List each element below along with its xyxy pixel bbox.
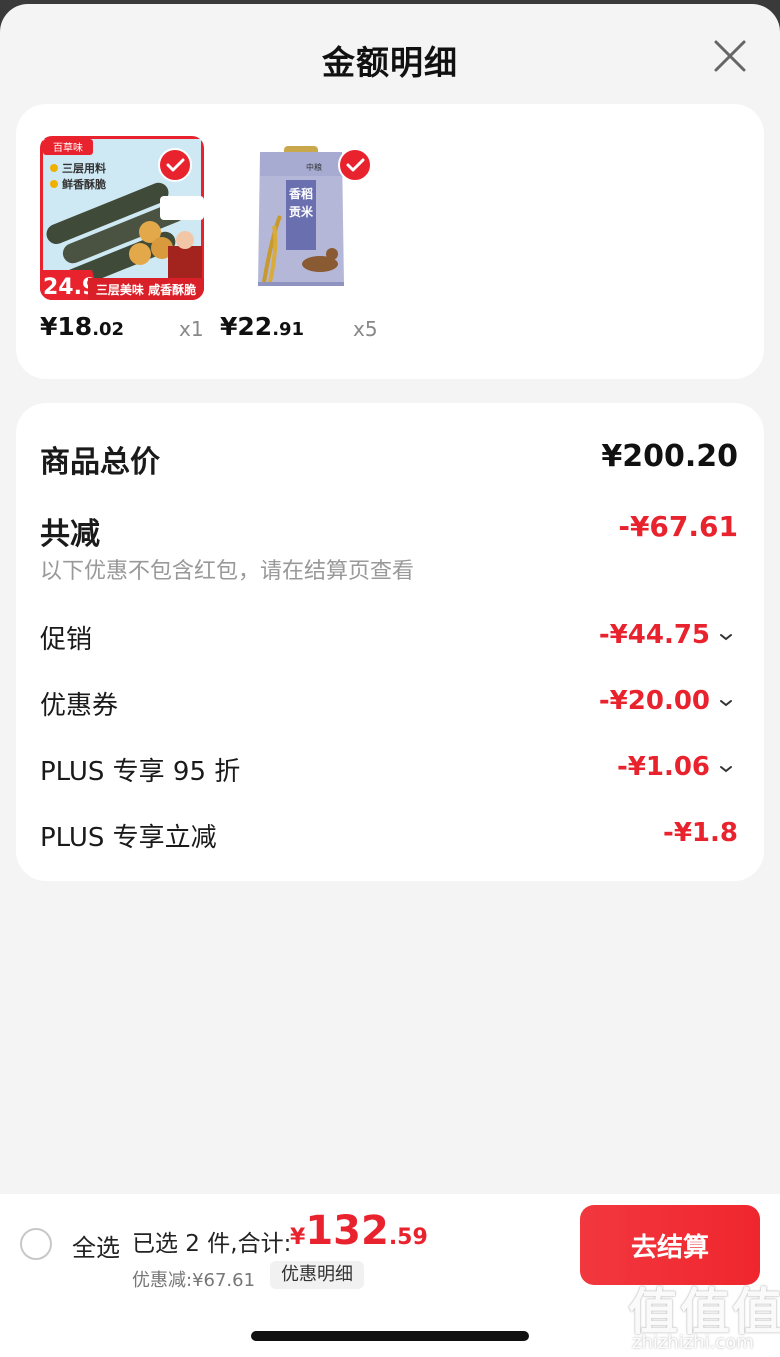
plus-discount-value[interactable]: -¥1.06 [617, 752, 710, 782]
product-price: ¥22.91 [220, 312, 305, 341]
discount-summary: 优惠减:¥67.61 [132, 1270, 256, 1291]
watermark-text: zhizhizhi.com [632, 1332, 754, 1353]
selected-check-icon[interactable] [158, 148, 192, 182]
coupon-value[interactable]: -¥20.00 [599, 686, 710, 716]
amount-detail-sheet: 金额明细 百草味 三层用料 鲜香酥脆 24.9 三层美味 咸香酥脆 ¥18.02… [0, 4, 780, 1357]
svg-text:三层美味 咸香酥脆: 三层美味 咸香酥脆 [96, 282, 196, 297]
home-indicator[interactable] [251, 1331, 529, 1341]
total-reduce-label: 共减 [40, 517, 100, 552]
products-card: 百草味 三层用料 鲜香酥脆 24.9 三层美味 咸香酥脆 ¥18.02 x1 中… [16, 104, 764, 379]
selected-count: 已选 2 件,合计: [132, 1231, 292, 1257]
product-quantity: x5 [353, 317, 378, 341]
svg-text:鲜香酥脆: 鲜香酥脆 [62, 177, 106, 191]
product-price: ¥18.02 [40, 312, 125, 341]
price-summary-card: 商品总价 ¥200.20 共减 -¥67.61 以下优惠不包含红包，请在结算页查… [16, 403, 764, 881]
chevron-down-icon[interactable] [718, 761, 734, 777]
total-reduce-value: -¥67.61 [618, 510, 738, 543]
svg-text:贡米: 贡米 [289, 204, 314, 219]
total-amount: ¥132.59 [290, 1208, 428, 1254]
chevron-down-icon[interactable] [718, 695, 734, 711]
select-all-radio[interactable] [20, 1228, 52, 1260]
product-quantity: x1 [179, 317, 204, 341]
close-icon[interactable] [710, 36, 750, 76]
svg-text:三层用料: 三层用料 [62, 161, 106, 175]
svg-text:百草味: 百草味 [53, 142, 83, 154]
svg-text:中粮: 中粮 [306, 162, 322, 172]
total-price-label: 商品总价 [40, 445, 160, 480]
discount-note: 以下优惠不包含红包，请在结算页查看 [40, 559, 415, 584]
svg-text:香稻: 香稻 [288, 186, 313, 201]
discount-detail-button[interactable]: 优惠明细 [270, 1261, 364, 1289]
site-watermark: 值值值 zhizhizhi.com [628, 1272, 780, 1357]
plus-discount-label: PLUS 专享 95 折 [40, 757, 241, 787]
promotion-label: 促销 [40, 625, 93, 655]
sheet-title: 金额明细 [322, 43, 458, 82]
selected-check-icon[interactable] [338, 148, 372, 182]
plus-reduce-label: PLUS 专享立减 [40, 823, 217, 853]
plus-reduce-value: -¥1.8 [663, 818, 738, 848]
promotion-value[interactable]: -¥44.75 [599, 620, 710, 650]
total-price-value: ¥200.20 [601, 439, 738, 474]
coupon-label: 优惠券 [40, 691, 119, 721]
select-all-label[interactable]: 全选 [72, 1228, 120, 1263]
chevron-down-icon[interactable] [718, 629, 734, 645]
